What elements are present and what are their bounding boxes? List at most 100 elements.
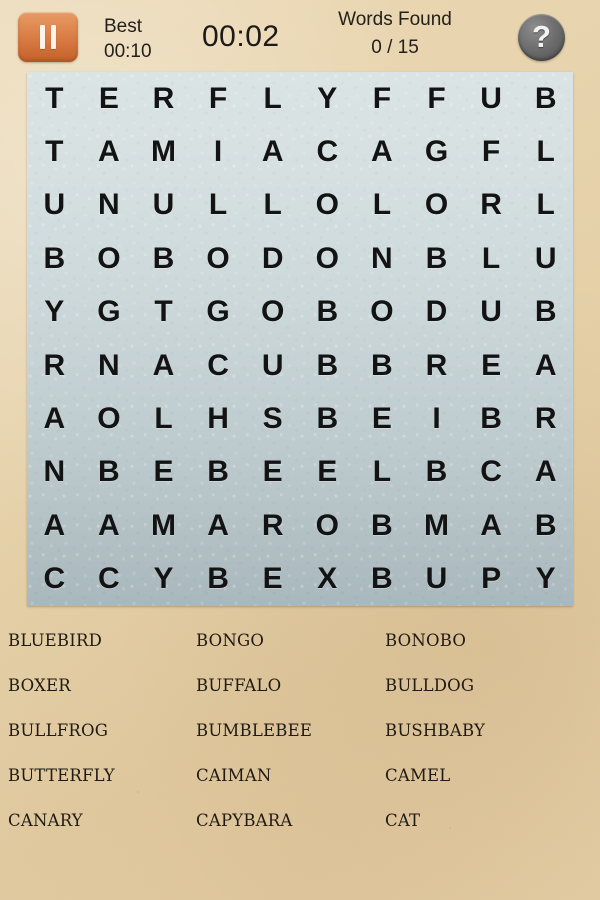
grid-cell[interactable]: P bbox=[464, 553, 519, 606]
grid-cell[interactable]: Y bbox=[300, 72, 355, 125]
grid-cell[interactable]: U bbox=[409, 553, 464, 606]
grid-cell[interactable]: B bbox=[518, 286, 573, 339]
grid-cell[interactable]: B bbox=[355, 553, 410, 606]
word-list-item[interactable]: BULLDOG bbox=[385, 663, 600, 708]
word-list-item[interactable]: BUTTERFLY bbox=[8, 753, 196, 798]
grid-cell[interactable]: N bbox=[82, 179, 137, 232]
grid-cell[interactable]: G bbox=[82, 286, 137, 339]
grid-cell[interactable]: E bbox=[464, 339, 519, 392]
word-list-item[interactable]: BULLFROG bbox=[8, 708, 196, 753]
grid-cell[interactable]: U bbox=[27, 179, 82, 232]
grid-cell[interactable]: O bbox=[82, 392, 137, 445]
grid-cell[interactable]: A bbox=[27, 499, 82, 552]
grid-cell[interactable]: B bbox=[300, 286, 355, 339]
word-search-grid-panel[interactable]: TERFLYFFUBTAMIACAGFLUNULLOLORLBOBODONBLU… bbox=[27, 72, 573, 606]
grid-cell[interactable]: N bbox=[27, 446, 82, 499]
grid-cell[interactable]: F bbox=[355, 72, 410, 125]
grid-cell[interactable]: G bbox=[409, 125, 464, 178]
word-list-item[interactable]: CAIMAN bbox=[196, 753, 385, 798]
grid-cell[interactable]: B bbox=[518, 72, 573, 125]
grid-cell[interactable]: L bbox=[355, 179, 410, 232]
grid-cell[interactable]: S bbox=[245, 392, 300, 445]
grid-cell[interactable]: E bbox=[300, 446, 355, 499]
grid-cell[interactable]: A bbox=[518, 339, 573, 392]
grid-cell[interactable]: R bbox=[518, 392, 573, 445]
word-list-item[interactable]: BOXER bbox=[8, 663, 196, 708]
grid-cell[interactable]: B bbox=[355, 339, 410, 392]
grid-cell[interactable]: M bbox=[136, 499, 191, 552]
pause-button[interactable] bbox=[18, 12, 78, 62]
grid-cell[interactable]: D bbox=[409, 286, 464, 339]
grid-cell[interactable]: U bbox=[245, 339, 300, 392]
grid-cell[interactable]: C bbox=[27, 553, 82, 606]
grid-cell[interactable]: B bbox=[518, 499, 573, 552]
grid-cell[interactable]: B bbox=[191, 446, 246, 499]
grid-cell[interactable]: B bbox=[300, 339, 355, 392]
grid-cell[interactable]: L bbox=[518, 179, 573, 232]
grid-cell[interactable]: Y bbox=[518, 553, 573, 606]
help-button[interactable]: ? bbox=[518, 14, 565, 61]
grid-cell[interactable]: L bbox=[245, 179, 300, 232]
grid-cell[interactable]: A bbox=[464, 499, 519, 552]
grid-cell[interactable]: L bbox=[355, 446, 410, 499]
grid-cell[interactable]: B bbox=[136, 232, 191, 285]
grid-cell[interactable]: L bbox=[464, 232, 519, 285]
grid-cell[interactable]: C bbox=[82, 553, 137, 606]
grid-cell[interactable]: T bbox=[27, 125, 82, 178]
grid-cell[interactable]: B bbox=[409, 232, 464, 285]
grid-cell[interactable]: H bbox=[191, 392, 246, 445]
grid-cell[interactable]: F bbox=[409, 72, 464, 125]
grid-cell[interactable]: T bbox=[27, 72, 82, 125]
grid-cell[interactable]: U bbox=[464, 286, 519, 339]
grid-cell[interactable]: B bbox=[355, 499, 410, 552]
grid-cell[interactable]: O bbox=[245, 286, 300, 339]
grid-cell[interactable]: A bbox=[191, 499, 246, 552]
word-list-item[interactable]: BLUEBIRD bbox=[8, 618, 196, 663]
grid-cell[interactable]: F bbox=[191, 72, 246, 125]
grid-cell[interactable]: R bbox=[245, 499, 300, 552]
grid-cell[interactable]: N bbox=[82, 339, 137, 392]
grid-cell[interactable]: U bbox=[464, 72, 519, 125]
grid-cell[interactable]: R bbox=[409, 339, 464, 392]
grid-cell[interactable]: O bbox=[355, 286, 410, 339]
grid-cell[interactable]: O bbox=[82, 232, 137, 285]
grid-cell[interactable]: A bbox=[27, 392, 82, 445]
grid-cell[interactable]: L bbox=[136, 392, 191, 445]
word-list-item[interactable]: BUSHBABY bbox=[385, 708, 600, 753]
word-list-item[interactable]: BONOBO bbox=[385, 618, 600, 663]
letter-grid[interactable]: TERFLYFFUBTAMIACAGFLUNULLOLORLBOBODONBLU… bbox=[27, 72, 573, 606]
grid-cell[interactable]: B bbox=[191, 553, 246, 606]
grid-cell[interactable]: T bbox=[136, 286, 191, 339]
grid-cell[interactable]: E bbox=[355, 392, 410, 445]
word-list-item[interactable]: CANARY bbox=[8, 798, 196, 843]
grid-cell[interactable]: B bbox=[464, 392, 519, 445]
grid-cell[interactable]: D bbox=[245, 232, 300, 285]
grid-cell[interactable]: C bbox=[300, 125, 355, 178]
grid-cell[interactable]: E bbox=[136, 446, 191, 499]
grid-cell[interactable]: R bbox=[464, 179, 519, 232]
grid-cell[interactable]: Y bbox=[27, 286, 82, 339]
grid-cell[interactable]: G bbox=[191, 286, 246, 339]
grid-cell[interactable]: F bbox=[464, 125, 519, 178]
grid-cell[interactable]: U bbox=[136, 179, 191, 232]
grid-cell[interactable]: E bbox=[82, 72, 137, 125]
grid-cell[interactable]: L bbox=[191, 179, 246, 232]
grid-cell[interactable]: A bbox=[136, 339, 191, 392]
grid-cell[interactable]: R bbox=[136, 72, 191, 125]
grid-cell[interactable]: L bbox=[518, 125, 573, 178]
grid-cell[interactable]: E bbox=[245, 553, 300, 606]
grid-cell[interactable]: M bbox=[409, 499, 464, 552]
word-list-item[interactable]: CAT bbox=[385, 798, 600, 843]
grid-cell[interactable]: B bbox=[409, 446, 464, 499]
grid-cell[interactable]: Y bbox=[136, 553, 191, 606]
grid-cell[interactable]: B bbox=[82, 446, 137, 499]
grid-cell[interactable]: X bbox=[300, 553, 355, 606]
grid-cell[interactable]: A bbox=[355, 125, 410, 178]
grid-cell[interactable]: M bbox=[136, 125, 191, 178]
grid-cell[interactable]: R bbox=[27, 339, 82, 392]
grid-cell[interactable]: A bbox=[82, 125, 137, 178]
grid-cell[interactable]: A bbox=[518, 446, 573, 499]
grid-cell[interactable]: N bbox=[355, 232, 410, 285]
grid-cell[interactable]: A bbox=[245, 125, 300, 178]
grid-cell[interactable]: A bbox=[82, 499, 137, 552]
